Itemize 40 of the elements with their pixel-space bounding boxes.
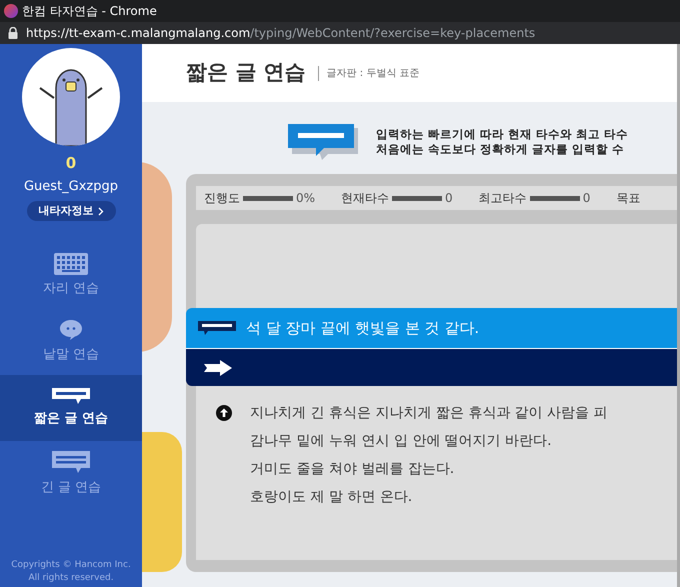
page-title: 짧은 글 연습 <box>186 59 306 86</box>
stat-value: 0 <box>445 190 453 207</box>
message-bubble-icon <box>288 124 360 160</box>
stat-value: 0% <box>296 190 316 207</box>
arrow-up-icon <box>216 405 232 421</box>
typing-input[interactable] <box>186 348 677 386</box>
stat-label: 진행도 <box>204 190 240 207</box>
target-sentence: 석 달 장마 끝에 햇빛을 본 것 같다. <box>246 318 480 339</box>
gauge-bar <box>243 196 293 200</box>
window-title: 한컴 타자연습 - Chrome <box>22 3 157 20</box>
copyright-text: All rights reserved. <box>28 572 114 585</box>
app-icon <box>4 4 18 18</box>
keyboard-layout-label: 글자판 : 두벌식 표준 <box>318 66 420 80</box>
message-bar-icon <box>198 321 236 335</box>
lock-icon <box>8 27 18 39</box>
keyboard-icon <box>54 253 88 276</box>
message-bar-icon <box>51 387 91 406</box>
upcoming-sentence: 호랑이도 제 말 하면 온다. <box>250 488 412 507</box>
instruction-text: 처음에는 속도보다 정확하게 글자를 입력할 수 <box>376 142 626 157</box>
gauge-bar <box>530 196 580 200</box>
arrow-right-icon <box>204 360 232 376</box>
upcoming-sentence: 감나무 밑에 누워 연시 입 안에 떨어지기 바란다. <box>250 432 552 451</box>
copyright-text: Copyrights © Hancom Inc. <box>11 559 131 572</box>
nav-item[interactable]: 짧은 글 연습 <box>0 375 142 441</box>
stat-label: 목표 <box>616 190 640 207</box>
profile-info-button[interactable]: 내타자정보 <box>26 201 116 221</box>
speech-bubble-icon <box>59 319 83 342</box>
stat-value: 0 <box>582 190 590 207</box>
message-lines-icon <box>51 450 91 474</box>
upcoming-sentence: 지나치게 긴 휴식은 지나치게 짧은 휴식과 같이 사람을 피 <box>250 404 608 423</box>
address-bar[interactable]: https://tt-exam-c.malangmalang.com/typing/WebContent/?exercise=key-placements <box>0 22 680 44</box>
url-text: https://tt-exam-c.malangmalang.com/typing/WebContent/?exercise=key-placements <box>26 25 536 42</box>
stat-label: 현재타수 <box>341 190 390 207</box>
upcoming-sentence: 거미도 줄을 쳐야 벌레를 잡는다. <box>250 460 454 479</box>
instruction-text: 입력하는 빠르기에 따라 현재 타수와 최고 타수 <box>376 127 628 142</box>
stat-label: 최고타수 <box>478 190 527 207</box>
chevron-right-icon <box>98 206 104 216</box>
username: Guest_Gxzpgp <box>24 178 118 196</box>
score: 0 <box>66 153 76 174</box>
gauge-bar <box>392 196 442 200</box>
